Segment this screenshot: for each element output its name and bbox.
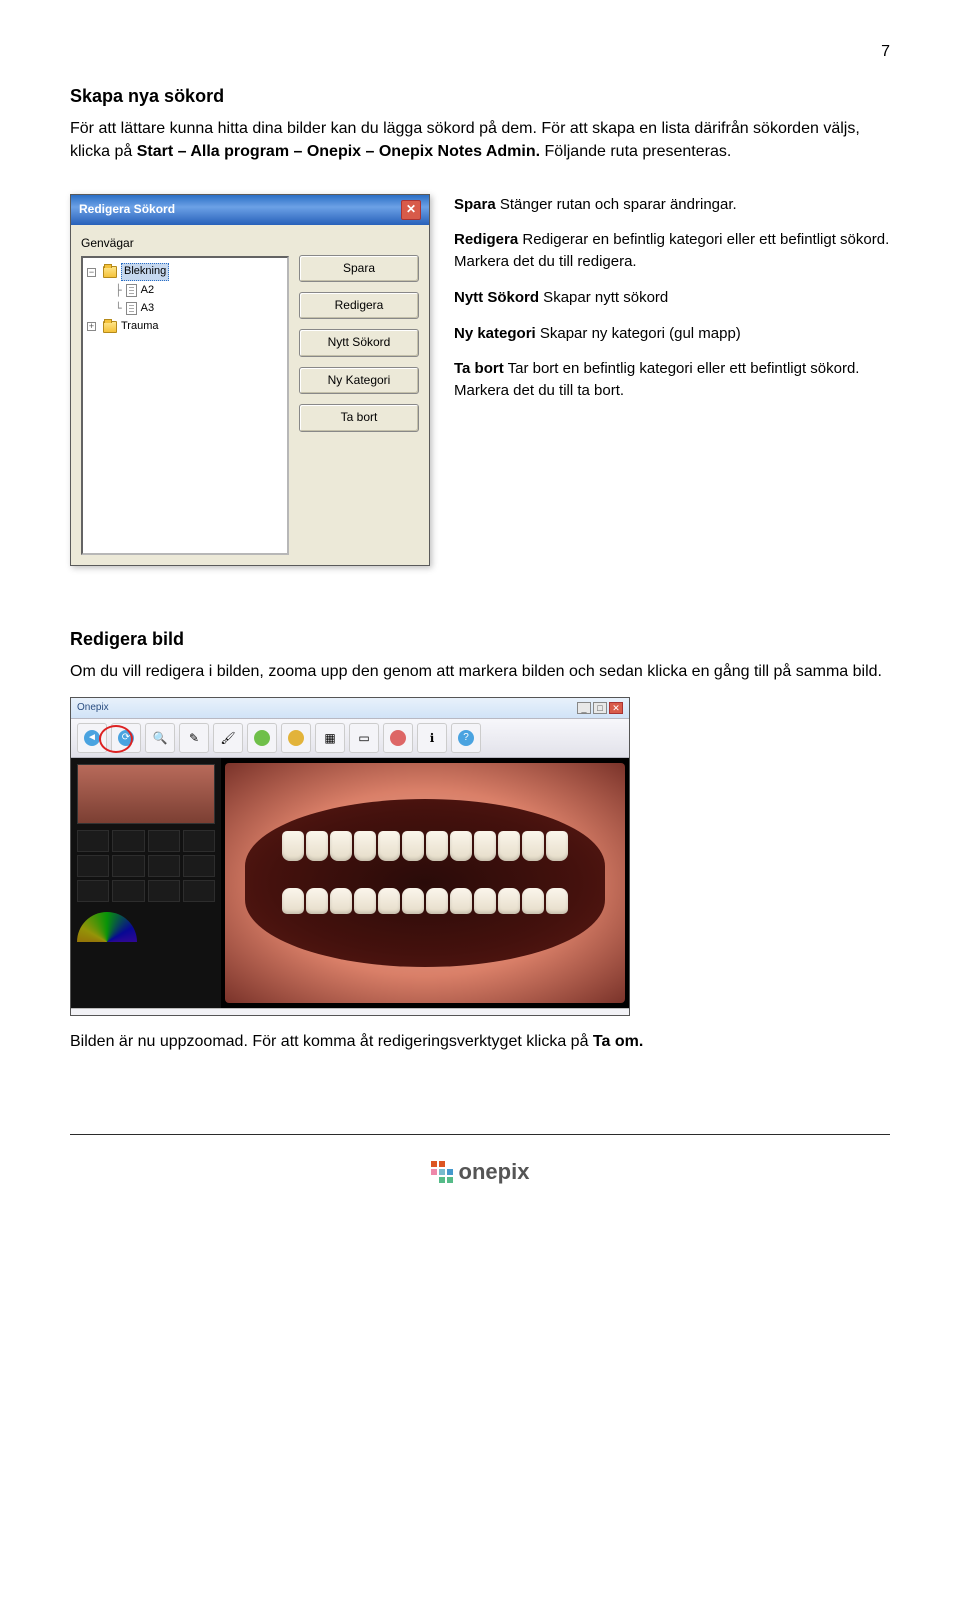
heading-redigera-bild: Redigera bild (70, 626, 890, 652)
closing-text: Bilden är nu uppzoomad. För att komma åt… (70, 1033, 593, 1050)
grid-cell[interactable] (77, 855, 109, 877)
folder-icon (103, 266, 117, 278)
grid-cell[interactable] (183, 855, 215, 877)
thumbnail-grid (77, 830, 215, 902)
spara-button[interactable]: Spara (299, 255, 419, 282)
intro-paragraph: För att lättare kunna hitta dina bilder … (70, 117, 890, 163)
circle-icon (254, 730, 270, 746)
nytt-sokord-button[interactable]: Nytt Sökord (299, 329, 419, 356)
image-viewport[interactable] (221, 758, 629, 1008)
minimize-icon[interactable]: _ (577, 702, 591, 714)
brush-icon: 🖌 (220, 730, 235, 747)
closing-paragraph: Bilden är nu uppzoomad. För att komma åt… (70, 1030, 890, 1053)
tree-label: Genvägar (81, 235, 289, 252)
ta-bort-button[interactable]: Ta bort (299, 404, 419, 431)
tree-item-label: A2 (141, 283, 154, 299)
color-wheel-icon[interactable] (77, 912, 137, 942)
shortcut-tree[interactable]: − Blekning ├ A2 └ A3 + (81, 256, 289, 555)
app-sidebar (71, 758, 221, 1008)
app-window: Onepix _ □ ✕ ◄ ⟳ 🔍 ✎ 🖌 ▦ ▭ ℹ ? (70, 697, 630, 1017)
onepix-logo: onepix (431, 1156, 530, 1188)
logo-text: onepix (459, 1156, 530, 1188)
toolbar-draw-button[interactable]: 🖌 (213, 723, 243, 753)
app-toolbar: ◄ ⟳ 🔍 ✎ 🖌 ▦ ▭ ℹ ? (71, 719, 629, 758)
desc-nykat-label: Ny kategori (454, 325, 536, 342)
close-icon[interactable]: ✕ (609, 702, 623, 714)
pencil-icon: ✎ (189, 730, 199, 747)
maximize-icon[interactable]: □ (593, 702, 607, 714)
heading-skapa-nya-sokord: Skapa nya sökord (70, 83, 890, 109)
grid-cell[interactable] (77, 880, 109, 902)
desc-nytt-label: Nytt Sökord (454, 289, 539, 306)
dialog-redigera-sokord: Redigera Sökord ✕ Genvägar − Blekning ├ … (70, 194, 430, 566)
app-titlebar: Onepix _ □ ✕ (71, 698, 629, 720)
circle-icon (288, 730, 304, 746)
grid-cell[interactable] (148, 830, 180, 852)
magnifier-icon: 🔍 (153, 730, 168, 747)
toolbar-edit-button[interactable]: ✎ (179, 723, 209, 753)
toolbar-button[interactable] (383, 723, 413, 753)
thumbnail[interactable] (77, 764, 215, 824)
close-icon[interactable]: ✕ (401, 200, 421, 220)
help-icon: ? (458, 730, 474, 746)
dental-image (225, 763, 625, 1003)
redigera-button[interactable]: Redigera (299, 292, 419, 319)
page-icon: ▭ (358, 730, 369, 747)
document-icon (126, 284, 137, 297)
closing-bold: Ta om. (593, 1033, 643, 1050)
folder-icon (103, 321, 117, 333)
tree-line-icon: ├ (115, 283, 122, 299)
info-icon: ℹ (430, 730, 435, 747)
dialog-titlebar: Redigera Sökord ✕ (71, 195, 429, 225)
app-statusbar (71, 1008, 629, 1015)
intro-text-post: Följande ruta presenteras. (545, 143, 732, 160)
tree-item-a2[interactable]: ├ A2 (87, 282, 283, 300)
back-icon: ◄ (84, 730, 100, 746)
button-descriptions: Spara Stänger rutan och sparar ändringar… (454, 194, 890, 416)
dialog-title-text: Redigera Sökord (79, 201, 175, 218)
desc-nykat-text: Skapar ny kategori (gul mapp) (536, 325, 741, 342)
grid-cell[interactable] (183, 830, 215, 852)
desc-nytt-text: Skapar nytt sökord (539, 289, 668, 306)
redigera-bild-paragraph: Om du vill redigera i bilden, zooma upp … (70, 660, 890, 683)
document-icon (126, 302, 137, 315)
desc-spara-label: Spara (454, 196, 496, 213)
page-number: 7 (70, 40, 890, 63)
toolbar-button[interactable] (247, 723, 277, 753)
collapse-icon[interactable]: − (87, 268, 96, 277)
toolbar-button[interactable]: ? (451, 723, 481, 753)
expand-icon[interactable]: + (87, 322, 96, 331)
desc-tabort-text: Tar bort en befintlig kategori eller ett… (454, 360, 859, 399)
grid-cell[interactable] (112, 880, 144, 902)
page-footer: onepix (70, 1134, 890, 1188)
circle-icon (390, 730, 406, 746)
toolbar-button[interactable] (281, 723, 311, 753)
desc-spara-text: Stänger rutan och sparar ändringar. (496, 196, 737, 213)
toolbar-button[interactable]: ℹ (417, 723, 447, 753)
grid-cell[interactable] (148, 855, 180, 877)
tree-item-blekning[interactable]: − Blekning (87, 262, 283, 282)
toolbar-button[interactable]: ▭ (349, 723, 379, 753)
grid-cell[interactable] (112, 855, 144, 877)
grid-cell[interactable] (183, 880, 215, 902)
app-title: Onepix (77, 701, 109, 716)
tree-item-label: Trauma (121, 319, 159, 335)
logo-dots-icon (431, 1161, 453, 1183)
desc-tabort-label: Ta bort (454, 360, 504, 377)
grid-icon: ▦ (324, 730, 335, 747)
tree-item-trauma[interactable]: + Trauma (87, 318, 283, 336)
tree-item-a3[interactable]: └ A3 (87, 300, 283, 318)
tree-item-label: A3 (141, 301, 154, 317)
grid-cell[interactable] (112, 830, 144, 852)
toolbar-zoom-button[interactable]: 🔍 (145, 723, 175, 753)
tree-line-icon: └ (115, 301, 122, 317)
grid-cell[interactable] (77, 830, 109, 852)
desc-redigera-text: Redigerar en befintlig kategori eller et… (454, 231, 889, 270)
desc-redigera-label: Redigera (454, 231, 518, 248)
tree-item-label: Blekning (121, 263, 169, 281)
toolbar-button[interactable]: ▦ (315, 723, 345, 753)
intro-text-bold: Start – Alla program – Onepix – Onepix N… (137, 143, 540, 160)
ny-kategori-button[interactable]: Ny Kategori (299, 367, 419, 394)
grid-cell[interactable] (148, 880, 180, 902)
